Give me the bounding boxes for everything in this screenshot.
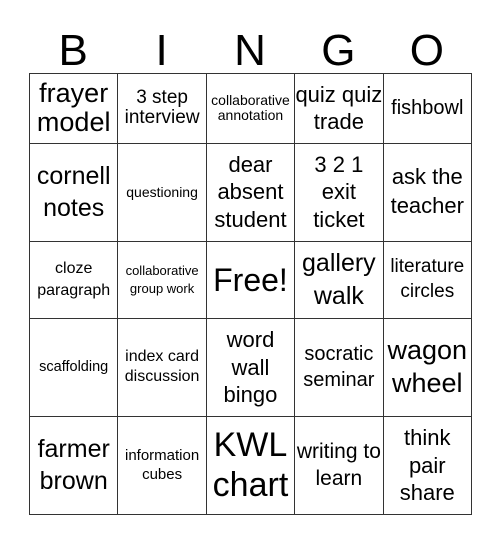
bingo-cell[interactable]: writing to learn (294, 415, 384, 516)
header-letter-n: N (234, 26, 266, 75)
bingo-cell[interactable]: index card discussion (117, 318, 207, 417)
bingo-cell[interactable]: cornell notes (28, 142, 119, 242)
header-letter-o: O (409, 26, 444, 75)
bingo-cell[interactable]: 3 step interview (117, 73, 207, 144)
bingo-cell[interactable]: information cubes (117, 415, 207, 516)
grid-row: cornell notes questioning dear absent st… (28, 142, 473, 242)
bingo-cell[interactable]: 3 2 1 exit ticket (294, 142, 384, 242)
bingo-grid: frayer model 3 step interview collaborat… (28, 73, 473, 516)
bingo-cell[interactable]: socratic seminar (294, 318, 384, 417)
bingo-header: B I N G O (29, 26, 471, 76)
bingo-cell[interactable]: gallery walk (294, 240, 384, 320)
bingo-cell[interactable]: scaffolding (28, 318, 119, 417)
bingo-cell[interactable]: word wall bingo (205, 318, 296, 417)
bingo-cell[interactable]: questioning (117, 142, 207, 242)
grid-row: frayer model 3 step interview collaborat… (28, 73, 473, 144)
bingo-cell[interactable]: ask the teacher (382, 142, 473, 242)
grid-row: scaffolding index card discussion word w… (28, 318, 473, 417)
bingo-cell[interactable]: collaborative group work (117, 240, 207, 320)
bingo-cell[interactable]: wagon wheel (382, 318, 473, 417)
grid-row: cloze paragraph collaborative group work… (28, 240, 473, 320)
bingo-cell[interactable]: literature circles (382, 240, 473, 320)
free-space-cell[interactable]: Free! (205, 240, 296, 320)
bingo-cell[interactable]: collaborative annotation (205, 73, 296, 144)
bingo-cell[interactable]: fishbowl (382, 73, 473, 144)
bingo-cell[interactable]: farmer brown (28, 415, 119, 516)
header-letter-i: I (155, 26, 168, 75)
bingo-cell[interactable]: KWL chart (205, 415, 296, 516)
grid-row: farmer brown information cubes KWL chart… (28, 415, 473, 516)
bingo-cell[interactable]: quiz quiz trade (294, 73, 384, 144)
header-letter-b: B (58, 26, 88, 75)
bingo-cell[interactable]: frayer model (28, 73, 119, 144)
header-letter-g: G (321, 26, 356, 75)
bingo-cell[interactable]: dear absent student (205, 142, 296, 242)
bingo-cell[interactable]: think pair share (382, 415, 473, 516)
bingo-cell[interactable]: cloze paragraph (28, 240, 119, 320)
